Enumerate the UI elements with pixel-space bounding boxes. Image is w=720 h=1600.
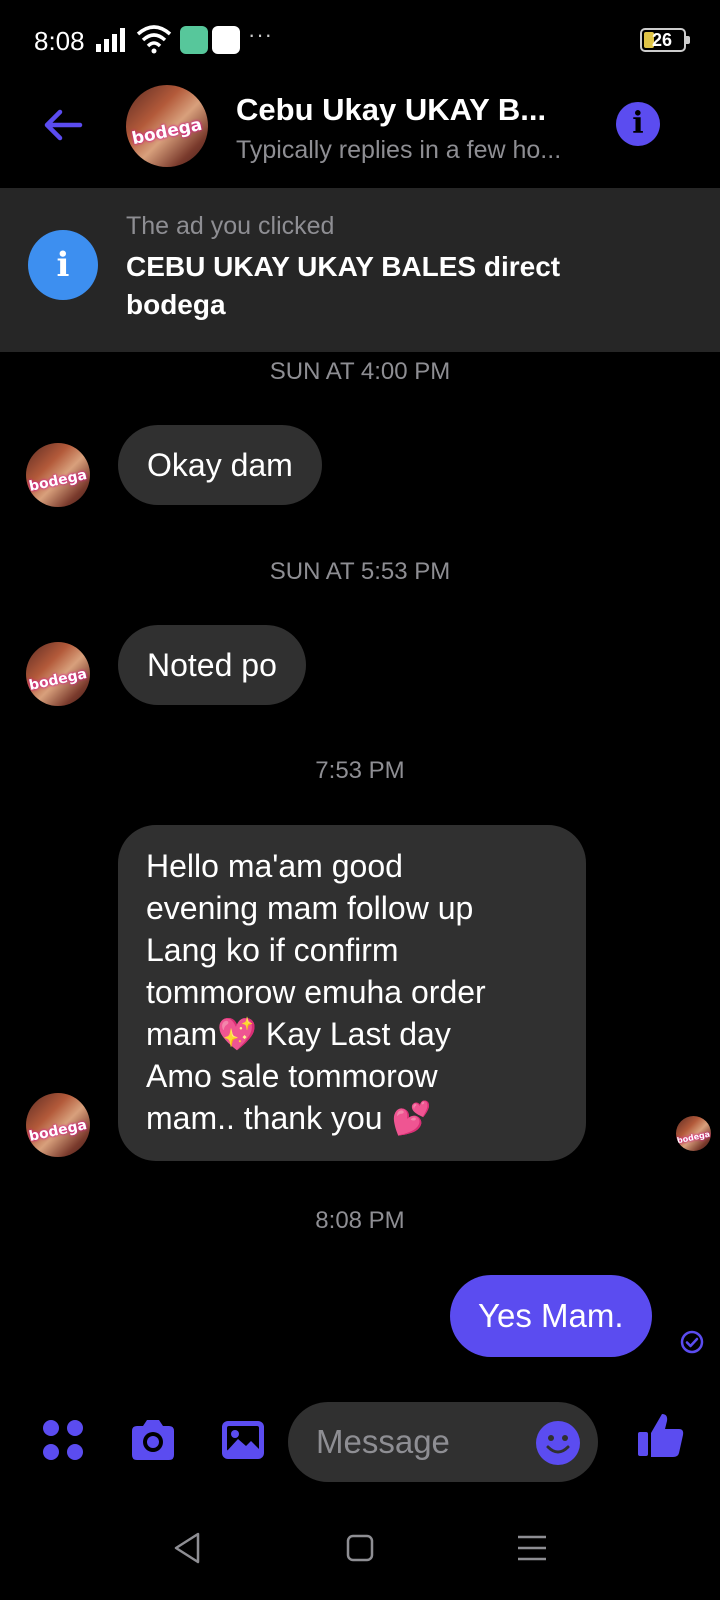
incoming-message[interactable]: Noted po xyxy=(118,625,306,705)
timestamp: SUN AT 5:53 PM xyxy=(269,558,451,585)
message-line: tommorow emuha order xyxy=(146,974,486,1010)
timestamp: SUN AT 4:00 PM xyxy=(269,358,451,385)
back-arrow-icon[interactable] xyxy=(38,100,88,150)
message-line: mam.. thank you 💕 xyxy=(146,1100,432,1136)
sent-check-icon xyxy=(680,1330,704,1354)
ad-banner[interactable]: i The ad you clicked CEBU UKAY UKAY BALE… xyxy=(0,188,720,352)
message-line: evening mam follow up xyxy=(146,890,474,926)
app-badge-icon xyxy=(180,26,208,54)
recents-menu-icon[interactable] xyxy=(512,1528,552,1568)
status-time: 8:08 xyxy=(34,26,85,56)
message-line: Amo sale tommorow xyxy=(146,1058,438,1094)
incoming-message[interactable]: Okay dam xyxy=(118,425,322,505)
thumbs-up-icon[interactable] xyxy=(636,1410,686,1460)
conversation-header: bodega Cebu Ukay UKAY B... Typically rep… xyxy=(0,80,720,188)
camera-icon[interactable] xyxy=(128,1415,178,1465)
contact-status: Typically replies in a few ho... xyxy=(236,136,562,164)
timestamp: 8:08 PM xyxy=(315,1207,405,1234)
message-line: mam💖 Kay Last day xyxy=(146,1016,451,1052)
signal-icon xyxy=(96,28,125,52)
incoming-message[interactable]: Hello ma'am good evening mam follow up L… xyxy=(118,825,586,1161)
sender-avatar[interactable]: bodega xyxy=(26,642,90,706)
apps-icon[interactable] xyxy=(38,1415,88,1465)
outgoing-message[interactable]: Yes Mam. xyxy=(450,1275,652,1357)
sender-avatar[interactable]: bodega xyxy=(26,443,90,507)
contact-avatar[interactable]: bodega xyxy=(126,85,208,167)
back-triangle-icon[interactable] xyxy=(168,1528,208,1568)
ad-title: CEBU UKAY UKAY BALES direct bodega xyxy=(126,251,561,320)
home-square-icon[interactable] xyxy=(340,1528,380,1568)
timestamp: 7:53 PM xyxy=(315,757,405,784)
contact-name[interactable]: Cebu Ukay UKAY B... xyxy=(236,92,546,128)
message-composer xyxy=(0,1395,720,1485)
seen-avatar: bodega xyxy=(676,1116,711,1151)
info-icon[interactable]: i xyxy=(616,102,660,146)
message-line: Hello ma'am good xyxy=(146,848,403,884)
info-icon: i xyxy=(28,230,98,300)
wifi-icon xyxy=(136,25,172,54)
gallery-icon[interactable] xyxy=(218,1415,268,1465)
ad-caption: The ad you clicked xyxy=(126,212,335,240)
more-notifications-icon: ··· xyxy=(248,22,273,47)
battery-icon: 26 xyxy=(640,28,690,52)
status-bar: 8:08 ··· 26 xyxy=(0,0,720,80)
battery-level: 26 xyxy=(652,30,673,50)
emoji-icon[interactable] xyxy=(535,1420,581,1466)
system-navigation-bar xyxy=(0,1500,720,1600)
message-line: Lang ko if confirm xyxy=(146,932,399,968)
sender-avatar[interactable]: bodega xyxy=(26,1093,90,1157)
app-badge-icon xyxy=(212,26,240,54)
